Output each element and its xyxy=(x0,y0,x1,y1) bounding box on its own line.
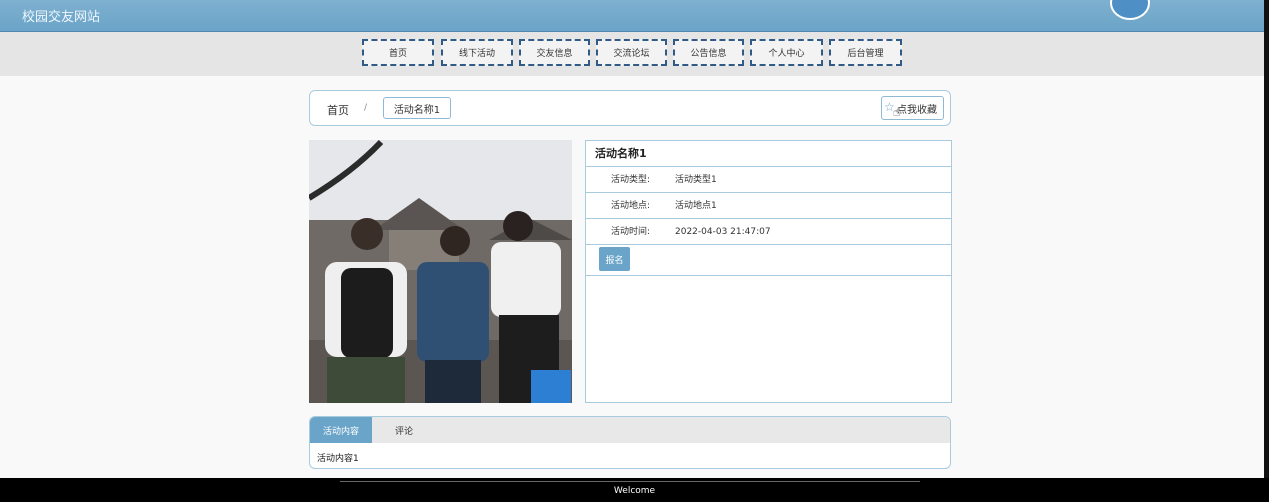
signup-button[interactable]: 报名 xyxy=(599,247,630,271)
info-label: 活动类型: xyxy=(611,175,651,185)
nav-item-forum[interactable]: 交流论坛 xyxy=(596,39,667,66)
nav-item-announcements[interactable]: 公告信息 xyxy=(673,39,744,66)
tab-panel-content: 活动内容1 xyxy=(317,454,359,464)
nav-item-offline-activities[interactable]: 线下活动 xyxy=(441,39,513,66)
user-avatar[interactable] xyxy=(1110,0,1150,20)
info-label: 活动时间: xyxy=(611,227,651,237)
nav-item-dating-info[interactable]: 交友信息 xyxy=(519,39,590,66)
breadcrumb-home[interactable]: 首页 xyxy=(327,102,349,118)
hand-cursor-icon: ☝ xyxy=(893,105,901,119)
footer: Welcome xyxy=(0,478,1269,502)
favorite-button[interactable]: ☆ ☝ 点我收藏 xyxy=(881,96,944,120)
info-row-time: 活动时间: 2022-04-03 21:47:07 xyxy=(586,219,951,245)
footer-divider xyxy=(340,481,920,482)
site-title[interactable]: 校园交友网站 xyxy=(22,6,100,25)
info-value: 活动类型1 xyxy=(675,175,717,185)
info-row-location: 活动地点: 活动地点1 xyxy=(586,193,951,219)
breadcrumb-separator: / xyxy=(364,103,368,113)
info-value: 2022-04-03 21:47:07 xyxy=(675,227,771,237)
top-header-bar: 校园交友网站 xyxy=(0,0,1264,32)
breadcrumb: 首页 / 活动名称1 ☆ ☝ 点我收藏 xyxy=(309,90,951,126)
divider xyxy=(586,275,951,276)
nav-item-admin[interactable]: 后台管理 xyxy=(829,39,902,66)
favorite-label: 点我收藏 xyxy=(897,104,937,116)
info-value: 活动地点1 xyxy=(675,201,717,211)
activity-info-panel: 活动名称1 活动类型: 活动类型1 活动地点: 活动地点1 活动时间: 2022… xyxy=(585,140,952,403)
activity-tabs: 活动内容 评论 活动内容1 xyxy=(309,416,951,469)
tabs-header: 活动内容 评论 xyxy=(310,417,950,443)
main-nav: 首页 线下活动 交友信息 交流论坛 公告信息 个人中心 后台管理 xyxy=(0,32,1264,76)
nav-item-home[interactable]: 首页 xyxy=(362,39,434,66)
info-label: 活动地点: xyxy=(611,201,651,211)
info-row-type: 活动类型: 活动类型1 xyxy=(586,167,951,193)
tab-activity-content[interactable]: 活动内容 xyxy=(310,417,372,443)
footer-welcome: Welcome xyxy=(613,486,656,496)
activity-photo xyxy=(309,140,572,403)
window-edge xyxy=(1264,0,1269,502)
breadcrumb-current: 活动名称1 xyxy=(383,97,451,119)
tab-comments[interactable]: 评论 xyxy=(380,417,428,443)
activity-title: 活动名称1 xyxy=(586,141,951,167)
nav-item-personal-center[interactable]: 个人中心 xyxy=(750,39,823,66)
